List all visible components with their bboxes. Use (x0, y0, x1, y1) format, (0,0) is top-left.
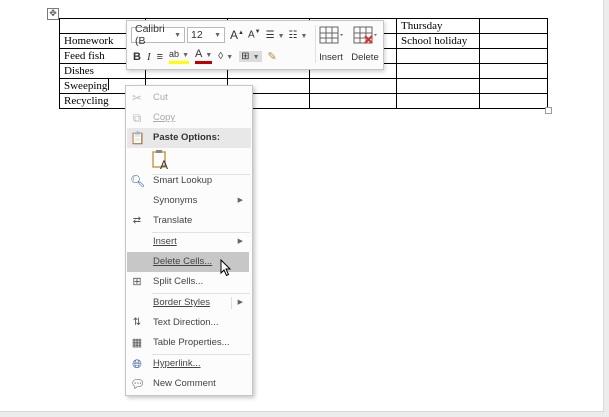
paste-keep-text-letter: A (160, 158, 169, 172)
menu-item-label: New Comment (153, 378, 216, 389)
menu-item-label: Copy (153, 112, 176, 123)
menu-item-label: Split Cells... (153, 276, 204, 287)
table-cell[interactable] (479, 63, 548, 79)
numbering-icon[interactable]: ☷ ▼ (289, 30, 308, 41)
highlight-icon[interactable]: ab ▼ (169, 49, 189, 64)
menu-item-label: Cut (153, 92, 168, 103)
table-cell[interactable]: School holiday (396, 33, 480, 49)
paste-keep-text-only-button[interactable]: A (151, 149, 171, 173)
menu-item-label: Translate (153, 215, 193, 226)
chevron-right-icon: ▶ (237, 197, 243, 204)
menu-item-hyperlink[interactable]: 🌐︎ Hyperlink... (126, 354, 252, 374)
menu-item-label: Table Properties... (153, 337, 230, 348)
menu-item-smart-lookup[interactable]: 🔍︎ Smart Lookup (126, 171, 252, 191)
menu-item-label: Hyperlink... (153, 358, 201, 369)
insert-table-icon (319, 26, 343, 44)
menu-item-label: Smart Lookup (153, 175, 213, 186)
format-painter-icon[interactable]: ✎ (268, 50, 277, 63)
chevron-down-icon: ▼ (174, 31, 181, 39)
shading-icon[interactable]: ◊ ▼ (218, 51, 233, 62)
paste-options-label: Paste Options: (153, 132, 221, 143)
table-properties-icon: ▦ (131, 337, 143, 349)
translate-icon: ⇄ (132, 215, 142, 226)
menu-item-label: Text Direction... (153, 317, 219, 328)
font-name-box[interactable]: Calibri (B ▼ (131, 23, 185, 47)
mouse-pointer-icon (220, 259, 232, 277)
text-direction-icon: ⇅ (132, 317, 142, 328)
menu-item-translate[interactable]: ⇄ Translate (126, 211, 252, 231)
table-cell[interactable] (309, 78, 397, 94)
font-size-value: 12 (191, 29, 203, 41)
paste-options-header: 📋 Paste Options: (127, 128, 251, 148)
menu-item-label: Border Styles (153, 297, 211, 308)
menu-item-label: Delete Cells... (153, 256, 213, 267)
bullets-icon[interactable]: ☰ ▼ (266, 30, 285, 41)
delete-table-button[interactable]: Delete (347, 24, 383, 63)
table-cell[interactable] (479, 93, 548, 109)
table-resize-handle[interactable] (545, 107, 552, 114)
table-cell[interactable] (396, 93, 480, 109)
mini-toolbar: Calibri (B ▼ 12 ▼ A▲ A▼ ☰ ▼ ☷ ▼ B I ≡ ab ▼ … (126, 20, 384, 70)
menu-item-copy[interactable]: ⧉ Copy (126, 108, 252, 128)
hyperlink-icon: 🌐︎ (132, 357, 142, 371)
text-cursor (108, 79, 110, 90)
comment-icon: 💬︎ (130, 377, 146, 391)
menu-item-insert[interactable]: Insert ▶ (126, 232, 252, 252)
grow-font-button[interactable]: A▲ (230, 28, 244, 42)
context-menu: ✂ Cut ⧉ Copy 📋 Paste Options: A 🔍︎ Smart… (125, 85, 253, 396)
font-name-value: Calibri (B (135, 23, 165, 47)
chevron-right-icon: ▶ (237, 299, 243, 306)
menu-item-new-comment[interactable]: 💬︎ New Comment (126, 374, 252, 394)
table-cell[interactable] (479, 48, 548, 64)
menu-item-cut[interactable]: ✂ Cut (126, 88, 252, 108)
menu-item-table-properties[interactable]: ▦ Table Properties... (126, 333, 252, 353)
insert-table-button[interactable]: Insert (313, 24, 349, 63)
table-cell[interactable] (479, 18, 548, 34)
split-cells-icon: ⊞ (132, 276, 142, 288)
chevron-right-icon: ▶ (237, 238, 243, 245)
clipboard-icon: 📋 (130, 131, 145, 145)
menu-item-divider (231, 297, 232, 309)
search-icon: 🔍︎ (130, 174, 146, 188)
table-cell[interactable] (396, 63, 480, 79)
italic-button[interactable]: I (147, 51, 151, 63)
menu-item-border-styles[interactable]: Border Styles ▶ (126, 293, 252, 313)
align-center-icon[interactable]: ≡ (157, 51, 163, 63)
copy-icon: ⧉ (132, 111, 142, 125)
menu-item-text-direction[interactable]: ⇅ Text Direction... (126, 313, 252, 333)
bold-button[interactable]: B (133, 51, 141, 63)
insert-label: Insert (319, 52, 343, 63)
scissors-icon: ✂ (131, 91, 143, 105)
font-color-button[interactable]: A ▼ (195, 49, 213, 64)
table-cell[interactable] (396, 78, 480, 94)
menu-item-label: Synonyms (153, 195, 198, 206)
menu-item-split-cells[interactable]: ⊞ Split Cells... (126, 272, 252, 292)
chevron-down-icon: ▼ (214, 31, 221, 39)
table-cell[interactable]: Thursday (396, 18, 480, 34)
menu-item-synonyms[interactable]: Synonyms ▶ (126, 191, 252, 211)
table-move-handle-icon[interactable]: ✥ (47, 8, 59, 20)
table-cell[interactable] (309, 93, 397, 109)
menu-item-label: Insert (153, 236, 177, 247)
borders-icon[interactable]: ⊞ ▼ (239, 51, 262, 62)
font-size-box[interactable]: 12 ▼ (187, 27, 225, 43)
table-cell[interactable] (479, 78, 548, 94)
shrink-font-button[interactable]: A▼ (248, 29, 261, 40)
table-cell[interactable] (396, 48, 480, 64)
delete-label: Delete (351, 52, 379, 63)
delete-table-icon (353, 26, 377, 44)
table-cell[interactable] (479, 33, 548, 49)
